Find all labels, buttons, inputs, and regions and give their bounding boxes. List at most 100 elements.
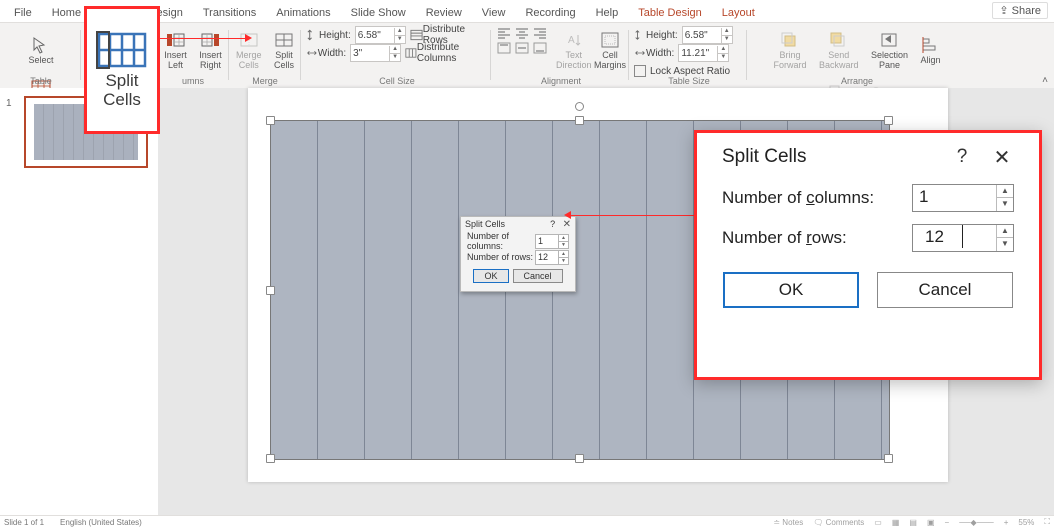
spin-down[interactable]: ▼ <box>389 53 400 61</box>
status-slide: Slide 1 of 1 <box>4 518 44 527</box>
view-slideshow-icon[interactable]: ▣ <box>927 518 935 527</box>
spin-down[interactable]: ▼ <box>997 237 1013 250</box>
dialog-title: Split Cells <box>722 146 942 168</box>
v-align-buttons[interactable] <box>496 41 548 55</box>
resize-handle[interactable] <box>575 454 584 463</box>
svg-text:A: A <box>568 35 575 46</box>
group-label-cell-size: Cell Size <box>306 76 488 86</box>
cell-margins-icon <box>600 31 620 49</box>
split-cells-dialog-small: Split Cells ? ✕ Number of columns: 1 ▲▼ … <box>460 216 576 292</box>
callout-label: Split Cells <box>103 72 141 109</box>
align-right-icon <box>532 26 548 40</box>
selection-pane-button[interactable]: Selection Pane <box>867 26 912 74</box>
selection-pane-icon <box>879 31 899 49</box>
tab-slide-show[interactable]: Slide Show <box>341 4 416 22</box>
height-label: Height: <box>319 30 351 41</box>
distribute-cols-icon <box>405 46 417 60</box>
zoom-slider[interactable]: ──◆─── <box>959 518 994 527</box>
ok-button[interactable]: OK <box>723 272 859 308</box>
comments-button[interactable]: 🗨 Comments <box>813 518 864 527</box>
bring-forward-button[interactable]: Bring Forward <box>770 26 811 74</box>
resize-handle[interactable] <box>575 116 584 125</box>
cols-input[interactable]: 1 ▲▼ <box>535 234 569 249</box>
cancel-button[interactable]: Cancel <box>877 272 1013 308</box>
dialog-help-button[interactable]: ? <box>550 219 555 229</box>
status-bar: Slide 1 of 1 English (United States) ≐ N… <box>0 515 1054 528</box>
zoom-level[interactable]: 55% <box>1018 518 1034 527</box>
tab-table-design[interactable]: Table Design <box>628 4 712 22</box>
resize-handle[interactable] <box>266 454 275 463</box>
spin-up[interactable]: ▲ <box>394 28 405 35</box>
split-cells-large-icon <box>95 30 149 70</box>
tab-help[interactable]: Help <box>586 4 629 22</box>
spin-up[interactable]: ▲ <box>997 225 1013 237</box>
cols-label: Number of columns: <box>467 231 535 251</box>
text-direction-button[interactable]: A Text Direction <box>552 26 596 74</box>
cancel-button[interactable]: Cancel <box>513 269 563 283</box>
h-align-buttons[interactable] <box>496 26 548 40</box>
tab-review[interactable]: Review <box>416 4 472 22</box>
resize-handle[interactable] <box>266 116 275 125</box>
tab-view[interactable]: View <box>472 4 516 22</box>
select-button[interactable]: Select <box>24 26 57 74</box>
split-cells-button[interactable]: Split Cells <box>270 26 298 74</box>
status-language[interactable]: English (United States) <box>60 518 142 527</box>
tab-recording[interactable]: Recording <box>515 4 585 22</box>
tab-transitions[interactable]: Transitions <box>193 4 266 22</box>
view-sorter-icon[interactable]: ▦ <box>892 518 900 527</box>
resize-handle[interactable] <box>266 286 275 295</box>
insert-left-button[interactable]: Insert Left <box>160 26 191 74</box>
spin-up[interactable]: ▲ <box>389 46 400 53</box>
share-button[interactable]: ⇪ Share <box>992 2 1048 19</box>
view-reading-icon[interactable]: ▤ <box>909 518 917 527</box>
dialog-help-button[interactable]: ? <box>942 146 982 168</box>
rows-label: Number of rows: <box>467 252 533 262</box>
align-button[interactable]: Align <box>916 26 944 74</box>
row-height-input[interactable]: 6.58" ▲▼ <box>355 26 406 44</box>
zoom-in[interactable]: + <box>1004 518 1009 527</box>
align-bottom-icon <box>532 41 548 55</box>
view-normal-icon[interactable]: ▭ <box>874 518 882 527</box>
rows-label: Number of rows: <box>722 228 912 248</box>
text-direction-icon: A <box>564 31 584 49</box>
width-label: Width: <box>318 48 346 59</box>
cols-input[interactable]: 1 ▲▼ <box>912 184 1014 212</box>
distribute-columns-button[interactable]: Distribute Columns <box>417 42 488 64</box>
table-height-input[interactable]: 6.58" ▲▼ <box>682 26 733 44</box>
table-width-input[interactable]: 11.21" ▲▼ <box>678 44 729 62</box>
group-label-alignment: Alignment <box>496 76 626 86</box>
dialog-close-button[interactable]: ✕ <box>563 219 571 230</box>
align-objects-icon <box>920 36 940 54</box>
tab-file[interactable]: File <box>4 4 42 22</box>
tab-animations[interactable]: Animations <box>266 4 340 22</box>
align-center-icon <box>514 26 530 40</box>
rows-input[interactable]: 12 ▲▼ <box>912 224 1014 252</box>
spin-up[interactable]: ▲ <box>997 185 1013 197</box>
arrow-head-icon <box>564 211 571 219</box>
notes-button[interactable]: ≐ Notes <box>773 518 803 527</box>
rotate-handle[interactable] <box>575 102 584 111</box>
group-label-merge: Merge <box>232 76 298 86</box>
col-width-input[interactable]: 3" ▲▼ <box>350 44 401 62</box>
insert-right-button[interactable]: Insert Right <box>195 26 226 74</box>
table-width-label: Width: <box>646 48 674 59</box>
zoom-out[interactable]: − <box>945 518 950 527</box>
align-top-icon <box>496 41 512 55</box>
zoom-fit-icon[interactable]: ⛶ <box>1044 517 1050 527</box>
send-backward-button[interactable]: Send Backward <box>815 26 863 74</box>
insert-left-icon <box>166 31 186 49</box>
cell-margins-button[interactable]: Cell Margins <box>590 26 630 74</box>
collapse-ribbon-icon[interactable]: ˄ <box>1042 75 1048 86</box>
spin-down[interactable]: ▼ <box>997 197 1013 210</box>
callout-split-cells: Split Cells <box>84 6 160 134</box>
col-width-icon <box>306 46 318 60</box>
rows-input[interactable]: 12 ▲▼ <box>535 250 569 265</box>
tab-layout[interactable]: Layout <box>712 4 765 22</box>
ok-button[interactable]: OK <box>473 269 508 283</box>
resize-handle[interactable] <box>884 116 893 125</box>
dialog-close-button[interactable]: ✕ <box>982 145 1022 170</box>
resize-handle[interactable] <box>884 454 893 463</box>
align-middle-icon <box>514 41 530 55</box>
callout-arrow <box>160 38 245 39</box>
spin-down[interactable]: ▼ <box>394 35 405 43</box>
